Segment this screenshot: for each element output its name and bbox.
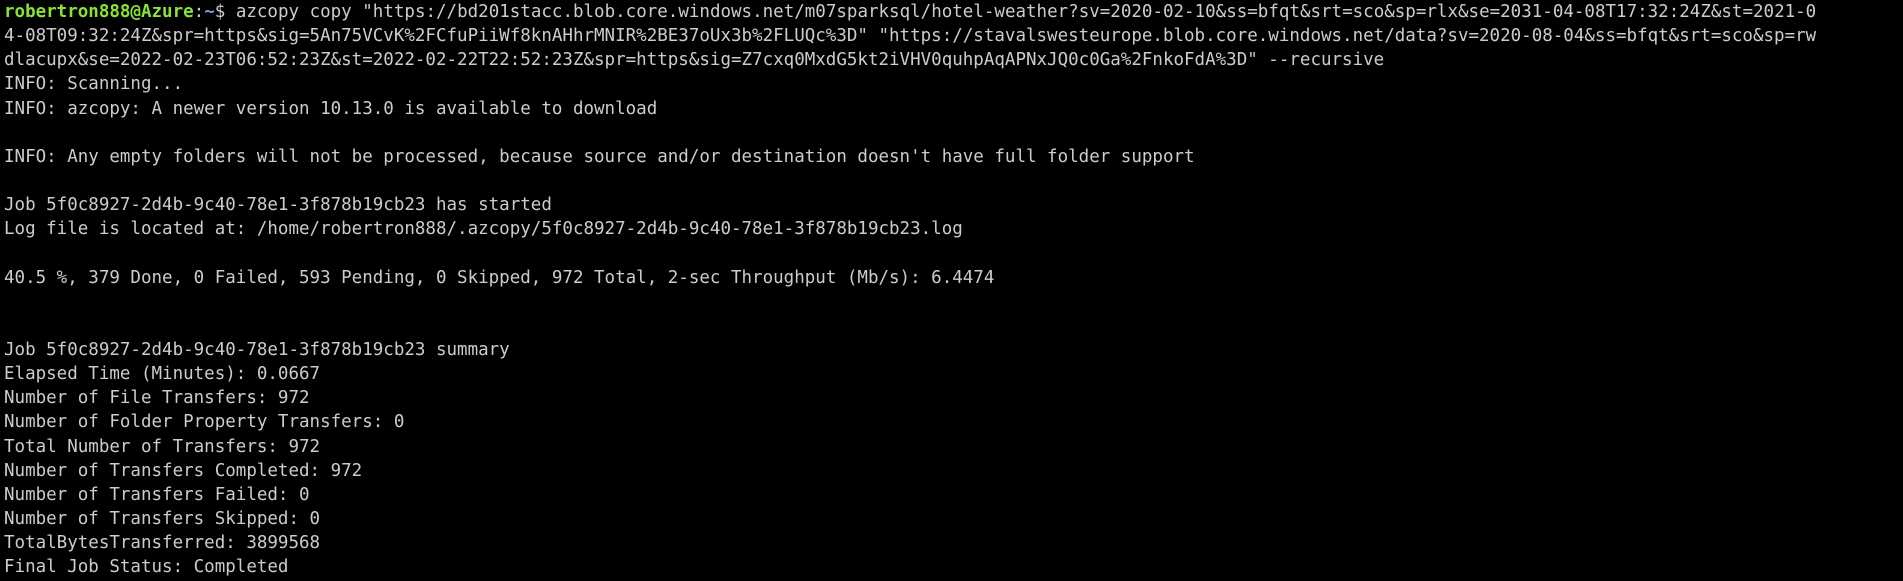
output-line-job-started: Job 5f0c8927-2d4b-9c40-78e1-3f878b19cb23… <box>4 195 552 216</box>
command-text: azcopy copy "https://bd201stacc.blob.cor… <box>235 2 1817 22</box>
output-line-total-bytes: TotalBytesTransferred: 3899568 <box>4 533 321 554</box>
prompt-separator: : <box>193 2 205 22</box>
output-line-transfers-skipped: Number of Transfers Skipped: 0 <box>4 508 321 529</box>
output-line-transfers-failed: Number of Transfers Failed: 0 <box>4 484 310 505</box>
output-line-log-file: Log file is located at: /home/robertron8… <box>4 219 963 240</box>
prompt-path: ~ <box>204 2 215 22</box>
output-line-total-transfers: Total Number of Transfers: 972 <box>4 436 321 457</box>
output-line-newer-version: INFO: azcopy: A newer version 10.13.0 is… <box>4 98 658 119</box>
output-line-final-status: Final Job Status: Completed <box>4 557 289 578</box>
output-line-summary-header: Job 5f0c8927-2d4b-9c40-78e1-3f878b19cb23… <box>4 339 510 360</box>
prompt-user-host: robertron888@Azure <box>4 2 194 22</box>
terminal-window[interactable]: robertron888@Azure:~$ azcopy copy "https… <box>0 0 1903 581</box>
prompt-symbol: $ <box>214 2 236 22</box>
output-line-folder-property-transfers: Number of Folder Property Transfers: 0 <box>4 412 405 433</box>
output-line-file-transfers: Number of File Transfers: 972 <box>4 388 310 409</box>
output-line-transfers-completed: Number of Transfers Completed: 972 <box>4 460 363 481</box>
output-line-scanning: INFO: Scanning... <box>4 74 184 95</box>
command-continuation: 4-08T09:32:24Z&spr=https&sig=5An75VCvK%2… <box>4 26 1817 47</box>
output-line-progress: 40.5 %, 379 Done, 0 Failed, 593 Pending,… <box>4 267 995 288</box>
command-line: robertron888@Azure:~$ azcopy copy "https… <box>4 0 1903 24</box>
command-continuation: dlacupx&se=2022-02-23T06:52:23Z&st=2022-… <box>4 50 1385 71</box>
output-line-empty-folders: INFO: Any empty folders will not be proc… <box>4 146 1195 167</box>
output-line-elapsed-time: Elapsed Time (Minutes): 0.0667 <box>4 364 321 385</box>
